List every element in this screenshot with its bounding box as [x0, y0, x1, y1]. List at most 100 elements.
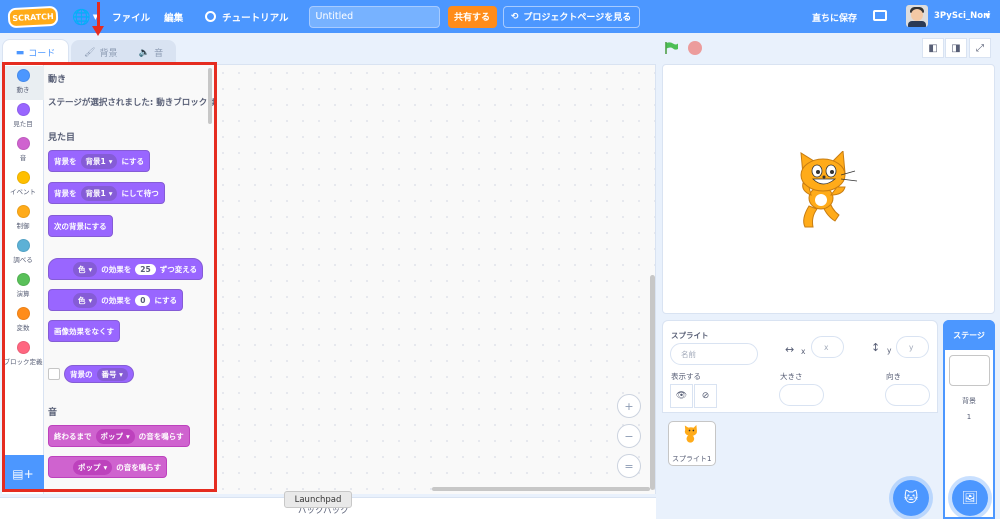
category-dot: [16, 341, 30, 354]
stage-canvas[interactable]: [662, 64, 995, 314]
share-button[interactable]: 共有する: [447, 5, 497, 28]
block-backdrop-number[interactable]: 背景の 番号 ▾: [64, 365, 134, 383]
lightbulb-icon: [205, 11, 217, 22]
effect-dropdown[interactable]: 色 ▾: [73, 292, 98, 308]
x-arrows-icon: ↔: [785, 343, 795, 356]
sprite-label: スプライト: [671, 331, 709, 340]
dropdown-value: 番号: [101, 369, 117, 379]
add-backdrop-button[interactable]: 🖼: [952, 480, 988, 516]
workspace-horizontal-scrollbar[interactable]: [432, 487, 650, 491]
sprite-name-field[interactable]: 名前: [670, 343, 758, 365]
tab-sound[interactable]: 🔈 音: [126, 40, 176, 64]
add-sprite-button[interactable]: 🐱: [893, 480, 929, 516]
block-start-sound[interactable]: ポップ ▾ の音を鳴らす: [48, 456, 168, 478]
eye-slash-icon: ⊘: [701, 391, 710, 401]
reporter-checkbox[interactable]: [48, 368, 60, 380]
language-menu[interactable]: 🌐 ▼: [72, 8, 98, 26]
tab-code[interactable]: ▬ コード: [2, 39, 69, 65]
scratch-logo[interactable]: SCRATCH: [7, 5, 59, 28]
category-variables[interactable]: 変数: [2, 304, 44, 338]
block-text: の音を鳴らす: [116, 462, 162, 472]
zoom-in-button[interactable]: +: [617, 394, 641, 418]
category-label: ブロック定義: [3, 358, 43, 366]
direction-label: 向き: [886, 372, 901, 381]
show-sprite-button[interactable]: 👁: [670, 384, 693, 408]
stop-icon[interactable]: [688, 41, 702, 55]
tutorials-label: チュートリアル: [222, 12, 289, 24]
category-events[interactable]: イベント: [2, 168, 44, 202]
eye-icon: 👁: [675, 391, 688, 401]
large-stage-button[interactable]: ◨: [945, 38, 967, 58]
paintbrush-icon: 🖌: [84, 47, 96, 58]
save-now-button[interactable]: 直ちに保存: [812, 11, 857, 24]
see-project-page-button[interactable]: ⟲ プロジェクトページを見る: [502, 5, 640, 28]
category-dot: [16, 69, 30, 82]
sound-dropdown[interactable]: ポップ ▾: [73, 459, 113, 475]
tab-backdrop-label: 背景: [99, 49, 118, 59]
category-dot: [16, 103, 30, 116]
category-motion[interactable]: 動き: [2, 66, 44, 100]
y-field[interactable]: y: [896, 336, 929, 358]
hide-sprite-button[interactable]: ⊘: [694, 384, 717, 408]
block-switch-backdrop[interactable]: 背景を 背景1 ▾ にする: [48, 150, 151, 172]
block-change-effect[interactable]: 色 ▾ の効果を 25 ずつ変える: [48, 258, 203, 280]
username[interactable]: 3PySci_Nori: [934, 11, 990, 21]
category-sound[interactable]: 音: [2, 134, 44, 168]
size-field[interactable]: [779, 384, 824, 406]
effect-dropdown[interactable]: 色 ▾: [73, 261, 98, 277]
remix-icon: ⟲: [510, 11, 519, 22]
see-project-page-label: プロジェクトページを見る: [523, 13, 632, 23]
category-sensing[interactable]: 調べる: [2, 236, 44, 270]
block-text: にする: [154, 295, 178, 305]
code-workspace[interactable]: [215, 64, 656, 494]
fullscreen-button[interactable]: ⤢: [969, 38, 991, 58]
avatar[interactable]: [906, 5, 928, 27]
edit-menu[interactable]: 編集: [164, 10, 183, 24]
zoom-out-icon: −: [624, 429, 634, 443]
block-text: にして待つ: [121, 188, 159, 198]
direction-field[interactable]: [885, 384, 930, 406]
block-set-effect[interactable]: 色 ▾ の効果を 0 にする: [48, 289, 184, 311]
block-clear-effects[interactable]: 画像効果をなくす: [48, 320, 120, 342]
backdrop-thumbnail[interactable]: [949, 355, 990, 386]
add-extension-button[interactable]: ▤+: [2, 455, 44, 492]
sound-dropdown[interactable]: ポップ ▾: [95, 428, 135, 444]
backdrop-dropdown[interactable]: 背景1 ▾: [80, 153, 118, 169]
launchpad-tooltip: Launchpad: [284, 491, 352, 508]
category-control[interactable]: 制御: [2, 202, 44, 236]
zoom-reset-icon: =: [624, 459, 634, 473]
chevron-down-icon: ▾: [88, 295, 93, 305]
effect-amount-input[interactable]: 25: [135, 263, 156, 275]
backdrop-attr-dropdown[interactable]: 番号 ▾: [96, 367, 128, 381]
chevron-down-icon: ▾: [108, 188, 113, 198]
green-flag-icon[interactable]: [665, 42, 679, 54]
block-next-backdrop[interactable]: 次の背景にする: [48, 215, 113, 237]
category-label: 動き: [16, 86, 30, 94]
effect-value-input[interactable]: 0: [135, 294, 151, 306]
block-switch-backdrop-and-wait[interactable]: 背景を 背景1 ▾ にして待つ: [48, 182, 165, 204]
category-my-blocks[interactable]: ブロック定義: [2, 338, 44, 372]
tutorials-button[interactable]: チュートリアル: [205, 10, 289, 24]
category-operators[interactable]: 演算: [2, 270, 44, 304]
small-stage-button[interactable]: ◧: [922, 38, 944, 58]
file-menu[interactable]: ファイル: [112, 10, 150, 24]
fullscreen-icon: ⤢: [976, 42, 984, 54]
x-field[interactable]: x: [811, 336, 844, 358]
category-dot: [16, 205, 30, 218]
block-text: 画像効果をなくす: [54, 326, 114, 336]
category-dot: [16, 307, 30, 320]
chevron-down-icon[interactable]: ▼: [985, 12, 990, 20]
cat-sprite[interactable]: [791, 151, 863, 231]
category-looks[interactable]: 見た目: [2, 100, 44, 134]
block-play-sound-until-done[interactable]: 終わるまで ポップ ▾ の音を鳴らす: [48, 425, 190, 447]
palette-scrollbar[interactable]: [208, 68, 212, 124]
zoom-reset-button[interactable]: =: [617, 454, 641, 478]
sprite-thumbnail-label: スプライト1: [672, 455, 712, 463]
my-stuff-folder-icon[interactable]: [873, 10, 887, 21]
project-title-input[interactable]: Untitled: [308, 5, 440, 28]
zoom-out-button[interactable]: −: [617, 424, 641, 448]
workspace-vertical-scrollbar[interactable]: [650, 275, 655, 490]
block-text: ずつ変える: [159, 264, 197, 274]
block-text: の効果を: [101, 295, 132, 305]
backdrop-dropdown[interactable]: 背景1 ▾: [80, 185, 118, 201]
